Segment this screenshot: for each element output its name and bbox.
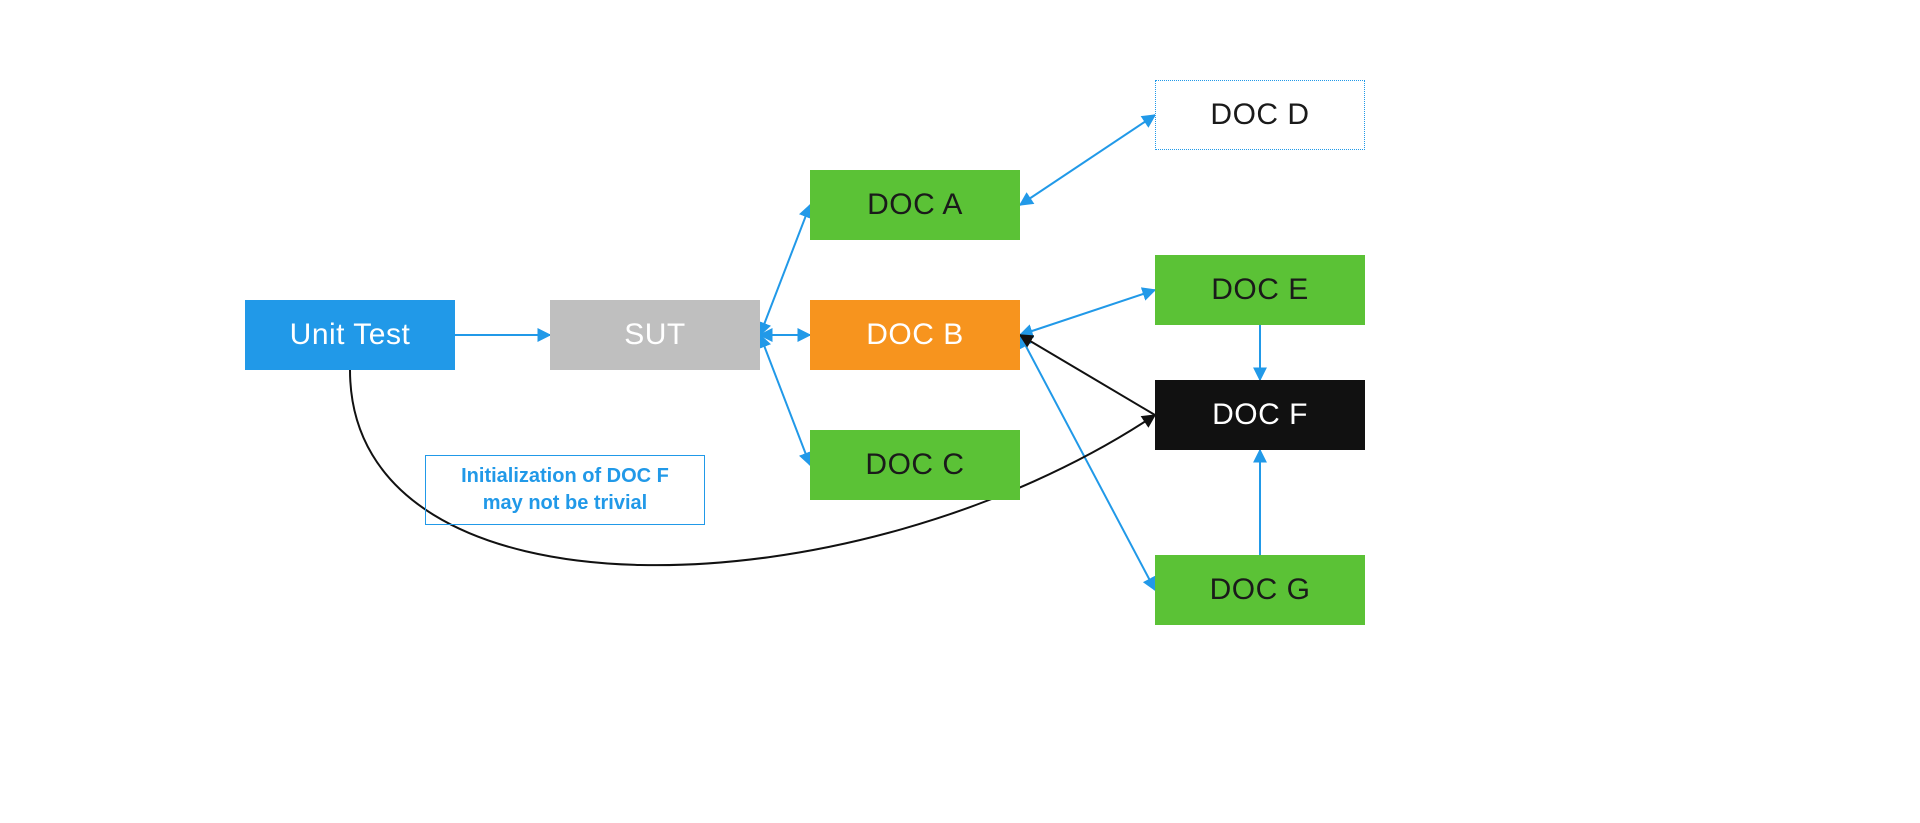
node-docE: DOC E bbox=[1155, 255, 1365, 325]
node-label-docE: DOC E bbox=[1211, 273, 1309, 307]
node-unitTest: Unit Test bbox=[245, 300, 455, 370]
node-docF: DOC F bbox=[1155, 380, 1365, 450]
annotation-note: Initialization of DOC Fmay not be trivia… bbox=[425, 455, 705, 525]
node-label-docG: DOC G bbox=[1210, 573, 1311, 607]
node-label-docC: DOC C bbox=[865, 448, 964, 482]
node-label-docA: DOC A bbox=[867, 188, 963, 222]
node-label-unitTest: Unit Test bbox=[290, 318, 411, 352]
node-label-docF: DOC F bbox=[1212, 398, 1308, 432]
node-label-docB: DOC B bbox=[866, 318, 964, 352]
node-docA: DOC A bbox=[810, 170, 1020, 240]
node-sut: SUT bbox=[550, 300, 760, 370]
node-docG: DOC G bbox=[1155, 555, 1365, 625]
diagram-edges bbox=[0, 0, 1920, 823]
node-docD: DOC D bbox=[1155, 80, 1365, 150]
node-docC: DOC C bbox=[810, 430, 1020, 500]
node-label-sut: SUT bbox=[624, 318, 686, 352]
node-label-docD: DOC D bbox=[1210, 98, 1309, 132]
node-docB: DOC B bbox=[810, 300, 1020, 370]
